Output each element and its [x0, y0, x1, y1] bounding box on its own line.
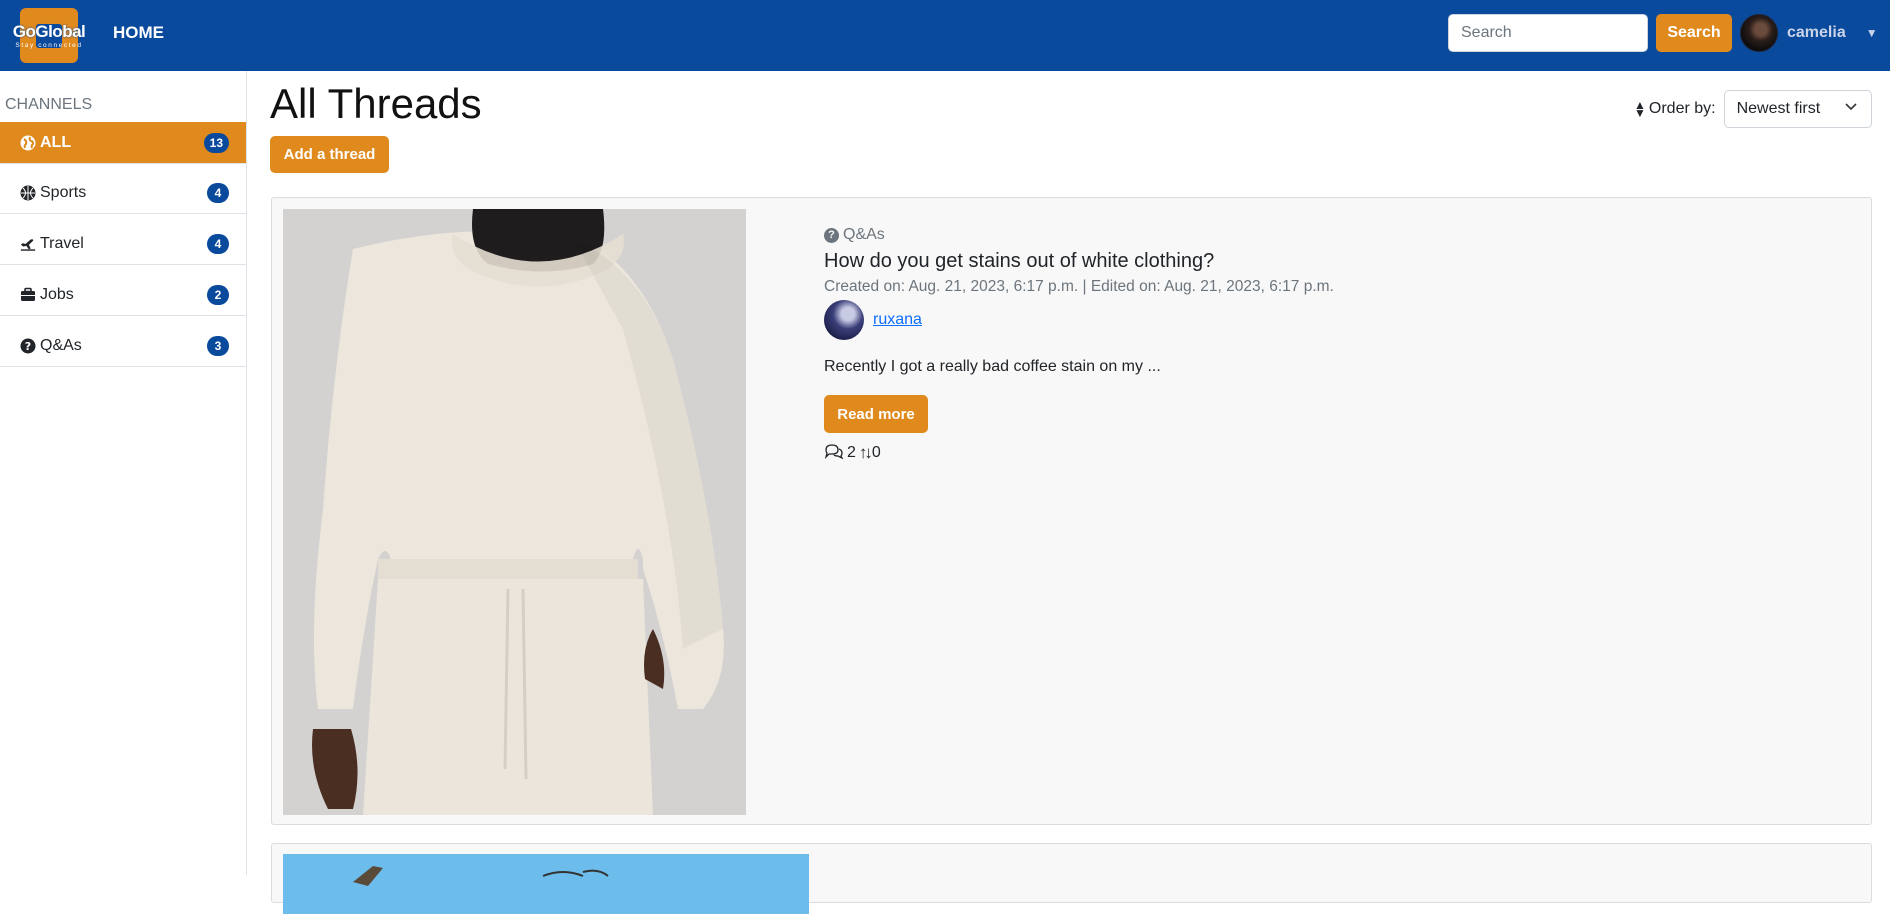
sidebar-item-jobs[interactable]: Jobs 2	[0, 274, 246, 316]
page-title: All Threads	[270, 80, 482, 127]
thread-excerpt: Recently I got a really bad coffee stain…	[824, 358, 1161, 375]
channels-sidebar: CHANNELS ALL 13 Sports 4 Travel 4 Jobs 2…	[0, 71, 247, 875]
order-by-value: Newest first	[1736, 100, 1821, 117]
avatar[interactable]	[824, 300, 864, 340]
nav-home-link[interactable]: HOME	[113, 23, 164, 43]
thread-stats: 2 ↑↓ 0	[824, 443, 881, 463]
user-name[interactable]: camelia	[1787, 24, 1846, 42]
thread-image	[283, 854, 809, 914]
channel-count-badge: 4	[207, 234, 229, 254]
sidebar-title: CHANNELS	[5, 96, 93, 113]
sort-icon: ▲ ▼	[1634, 98, 1646, 120]
sidebar-item-label: Travel	[40, 234, 84, 252]
sidebar-item-label: ALL	[40, 133, 72, 151]
svg-text:?: ?	[25, 340, 31, 353]
read-more-button[interactable]: Read more	[824, 395, 928, 433]
thread-dates: Created on: Aug. 21, 2023, 6:17 p.m. | E…	[824, 278, 1334, 295]
order-by-control: ▲ ▼ Order by: Newest first	[1634, 90, 1872, 128]
logo-tagline: Stay connected	[15, 42, 83, 49]
globe-icon	[20, 135, 36, 151]
user-menu[interactable]: camelia ▼	[1740, 13, 1878, 53]
votes-icon: ↑↓	[858, 443, 873, 462]
sidebar-item-all[interactable]: ALL 13	[0, 122, 246, 164]
question-icon: ?	[20, 338, 36, 354]
channel-count-badge: 4	[207, 183, 229, 203]
sidebar-item-sports[interactable]: Sports 4	[0, 172, 246, 214]
comment-count: 2	[847, 444, 856, 461]
logo-text: GoGlobal	[12, 22, 86, 41]
goglobal-logo[interactable]: GoGlobal Stay connected	[8, 8, 90, 63]
order-by-select[interactable]: Newest first	[1723, 90, 1872, 128]
thread-image	[283, 209, 746, 815]
vote-count: 0	[871, 444, 881, 461]
thread-category-label: Q&As	[843, 226, 885, 243]
add-thread-button[interactable]: Add a thread	[270, 136, 389, 173]
sidebar-item-qas[interactable]: ? Q&As 3	[0, 325, 246, 367]
author-link[interactable]: ruxana	[873, 311, 922, 329]
search-button[interactable]: Search	[1656, 14, 1732, 52]
sidebar-item-label: Sports	[40, 183, 87, 201]
basketball-icon	[20, 185, 36, 201]
thread-card: ? Q&As How do you get stains out of whit…	[271, 197, 1872, 825]
thread-card	[271, 843, 1872, 914]
sidebar-item-travel[interactable]: Travel 4	[0, 223, 246, 265]
channel-count-badge: 3	[207, 336, 229, 356]
plane-icon	[20, 236, 36, 252]
order-by-label: Order by:	[1648, 100, 1716, 117]
channel-count-badge: 13	[203, 133, 229, 153]
thread-category: ? Q&As	[824, 226, 885, 244]
thread-author: ruxana	[824, 300, 922, 340]
search-input[interactable]	[1448, 14, 1648, 52]
user-avatar[interactable]	[1740, 14, 1778, 52]
sidebar-item-label: Q&As	[40, 336, 82, 354]
question-icon: ?	[824, 227, 839, 243]
sidebar-item-label: Jobs	[40, 285, 74, 303]
caret-down-icon[interactable]: ▼	[1866, 26, 1878, 40]
chevron-down-icon	[1845, 100, 1857, 115]
channel-count-badge: 2	[207, 285, 229, 305]
briefcase-icon	[20, 287, 36, 303]
thread-title[interactable]: How do you get stains out of white cloth…	[824, 250, 1214, 273]
top-navbar: GoGlobal Stay connected HOME Search came…	[0, 0, 1890, 71]
comments-icon	[824, 443, 844, 463]
